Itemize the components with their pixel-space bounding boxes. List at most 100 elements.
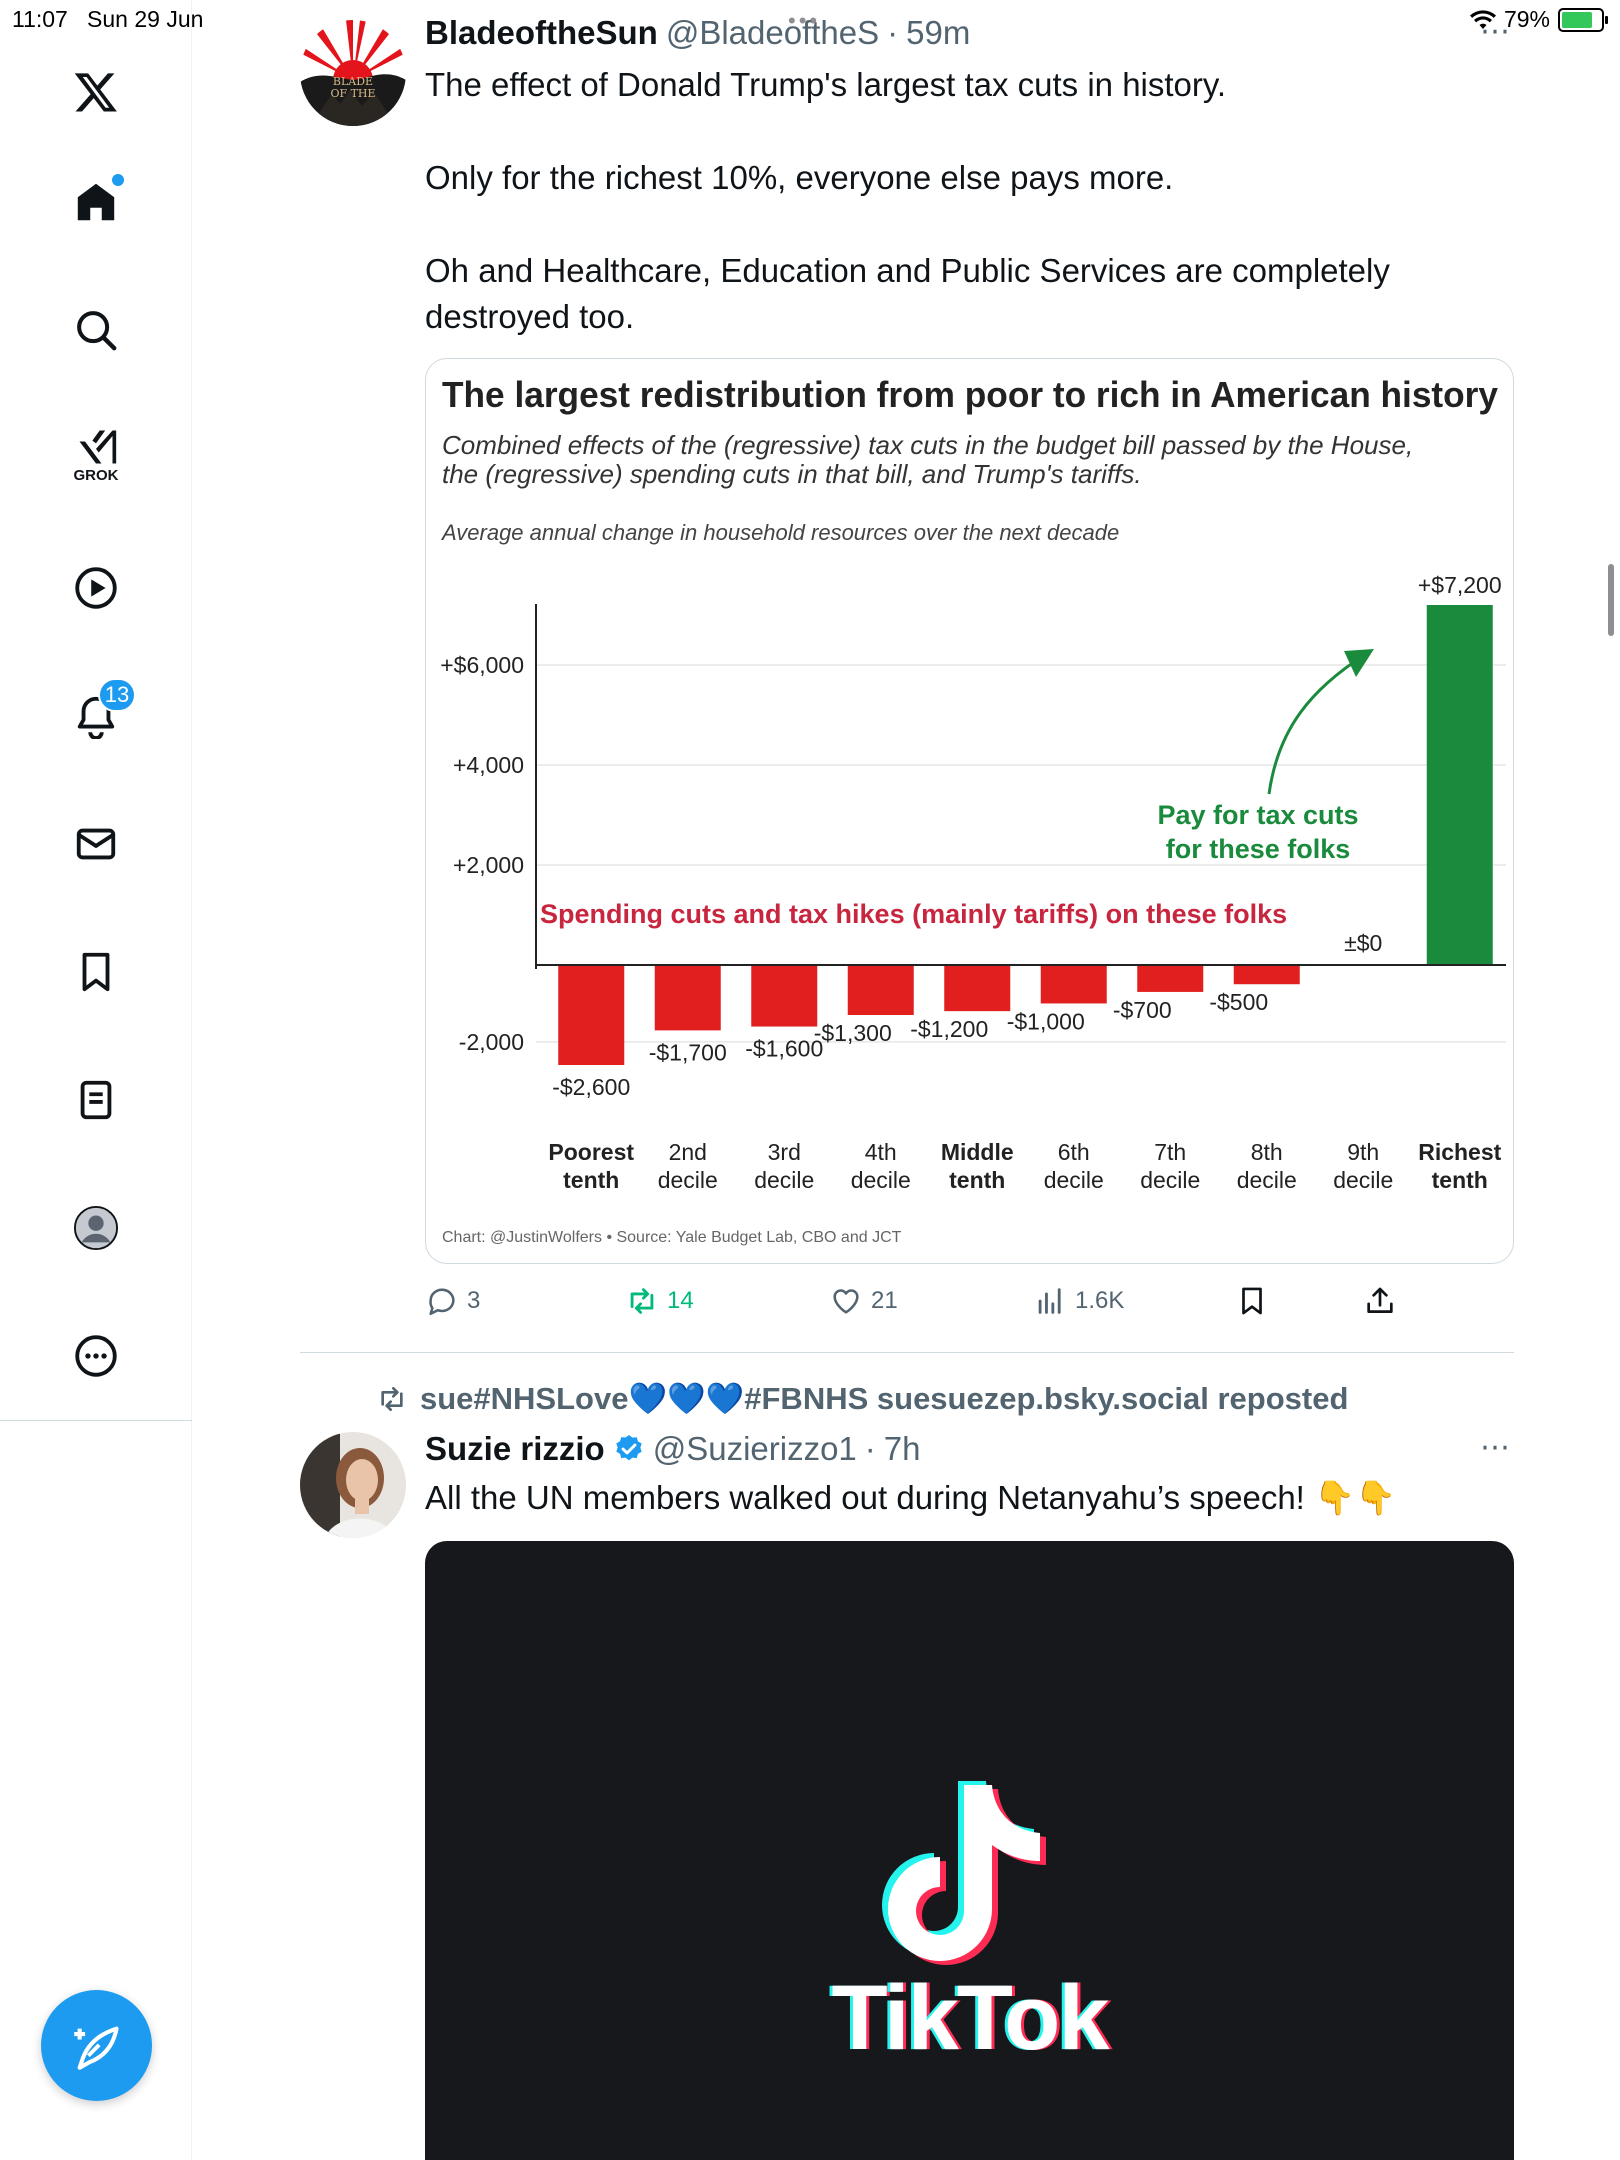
reply-button[interactable]: 3 [425, 1284, 480, 1318]
bookmark-button[interactable] [1235, 1284, 1269, 1318]
x-tick-label: Richest [1418, 1139, 1501, 1165]
repost-icon [381, 1386, 403, 1411]
compose-button[interactable] [41, 1990, 152, 2101]
post2-display-name[interactable]: Suzie rizzio [425, 1430, 605, 1468]
value-label: -$2,600 [552, 1074, 630, 1100]
views-button[interactable]: 1.6K [1033, 1284, 1124, 1318]
bar-4 [944, 965, 1011, 1012]
post2-header: Suzie rizzio @Suzierizzo1 · 7h [425, 1430, 921, 1468]
views-count: 1.6K [1075, 1287, 1125, 1314]
y-tick-label: -2,000 [459, 1029, 524, 1055]
post1-sep: · [887, 14, 899, 51]
more-icon [75, 1335, 117, 1377]
x-tick-label: decile [1237, 1167, 1297, 1193]
y-tick-label: +2,000 [453, 852, 524, 878]
value-label: +$7,200 [1418, 572, 1502, 598]
repost-context[interactable]: sue#NHSLove💙💙💙#FBNHS suesuezep.bsky.soci… [376, 1380, 1348, 1417]
sidebar-item-bookmarks[interactable] [60, 936, 132, 1008]
bar-6 [1137, 965, 1204, 992]
post1-display-name[interactable]: BladeoftheSun [425, 14, 658, 52]
value-label: -$700 [1113, 997, 1172, 1023]
sidebar-item-search[interactable] [60, 294, 132, 366]
annotation-arrowhead [1344, 649, 1374, 677]
sidebar-item-video[interactable] [60, 552, 132, 624]
sidebar-item-grok[interactable]: GROK [60, 418, 132, 490]
bar-chart: The largest redistribution from poor to … [440, 374, 1506, 1246]
post1-text-1: The effect of Donald Trump's largest tax… [425, 66, 1227, 103]
home-icon [77, 183, 115, 221]
list-icon [80, 1080, 112, 1120]
chart-credit: Chart: @JustinWolfers • Source: Yale Bud… [442, 1229, 902, 1246]
views-icon [1038, 1288, 1061, 1314]
post2-handle[interactable]: @Suzierizzo1 [653, 1430, 857, 1468]
x-tick-label: decile [1333, 1167, 1393, 1193]
annotation-red: Spending cuts and tax hikes (mainly tari… [540, 899, 1287, 929]
post1-time[interactable]: 59m [906, 14, 970, 52]
post2-avatar[interactable] [300, 1432, 406, 1538]
x-tick-label: decile [754, 1167, 814, 1193]
home-new-dot [112, 174, 124, 186]
grok-label: GROK [73, 466, 119, 484]
post2-media[interactable]: TikTok [425, 1541, 1514, 2160]
x-tick-label: 3rd [768, 1139, 801, 1165]
x-tick-label: tenth [563, 1167, 619, 1193]
post1-text-3b: destroyed too. [425, 298, 635, 335]
post2-time[interactable]: 7h [884, 1430, 921, 1468]
value-label: -$1,000 [1007, 1008, 1085, 1034]
x-tick-label: 4th [865, 1139, 897, 1165]
post1-text-2: Only for the richest 10%, everyone else … [425, 159, 1174, 196]
sidebar: GROK 13 [0, 0, 192, 2160]
scrollbar[interactable] [1608, 564, 1614, 636]
x-tick-label: decile [851, 1167, 911, 1193]
value-label: -$1,300 [814, 1020, 892, 1046]
post1-actions: 3 14 21 1.6K [425, 1284, 1514, 1324]
value-label: -$500 [1209, 989, 1268, 1015]
post1-chart-image[interactable]: The largest redistribution from poor to … [425, 358, 1514, 1264]
post1-handle[interactable]: @BladeoftheS [666, 14, 879, 52]
post1-avatar[interactable]: BLADE OF THE [300, 20, 406, 126]
post1-more-icon[interactable]: ⋯ [1480, 14, 1512, 49]
x-tick-label: 8th [1251, 1139, 1283, 1165]
chart-ylabel: Average annual change in household resou… [440, 520, 1119, 545]
bar-9 [1426, 605, 1493, 965]
x-tick-label: 6th [1058, 1139, 1090, 1165]
sidebar-item-profile[interactable] [60, 1192, 132, 1264]
bar-0 [558, 965, 625, 1065]
annotation-arrow [1267, 652, 1367, 795]
sidebar-item-more[interactable] [60, 1320, 132, 1392]
annotation-green-2: for these folks [1166, 834, 1351, 864]
avatar-icon [73, 1205, 119, 1251]
share-button[interactable] [1363, 1284, 1397, 1318]
notifications-badge: 13 [98, 678, 136, 712]
sidebar-item-lists[interactable] [60, 1064, 132, 1136]
x-tick-label: 2nd [669, 1139, 707, 1165]
x-tick-label: 7th [1154, 1139, 1186, 1165]
repost-button[interactable]: 14 [625, 1284, 694, 1318]
battery-icon [1558, 7, 1608, 32]
bar-7 [1233, 965, 1300, 985]
x-tick-label: decile [1140, 1167, 1200, 1193]
chart-subtitle-1: Combined effects of the (regressive) tax… [442, 430, 1413, 460]
bar-2 [751, 965, 818, 1027]
value-label: -$1,700 [649, 1039, 727, 1065]
post-divider [300, 1352, 1514, 1353]
like-button[interactable]: 21 [829, 1284, 898, 1318]
x-tick-label: tenth [1432, 1167, 1488, 1193]
sidebar-item-notifications[interactable]: 13 [60, 678, 136, 752]
post2-more-icon[interactable]: ⋯ [1480, 1430, 1512, 1465]
play-icon [75, 567, 117, 609]
y-tick-label: +$6,000 [440, 652, 524, 678]
verified-icon [616, 1435, 642, 1461]
sidebar-item-home[interactable] [60, 166, 132, 238]
like-count: 21 [871, 1287, 898, 1314]
grok-icon [79, 430, 117, 463]
reply-icon [429, 1288, 455, 1316]
value-label: -$1,600 [745, 1036, 823, 1062]
sidebar-item-messages[interactable] [60, 808, 132, 880]
tiktok-wordmark: TikTok [831, 1967, 1110, 2069]
x-tick-label: 9th [1347, 1139, 1379, 1165]
chart-title: The largest redistribution from poor to … [442, 374, 1498, 415]
repost-context-label: sue#NHSLove💙💙💙#FBNHS suesuezep.bsky.soci… [420, 1381, 1349, 1416]
x-logo-icon[interactable] [60, 56, 132, 128]
value-label: -$1,200 [910, 1016, 988, 1042]
